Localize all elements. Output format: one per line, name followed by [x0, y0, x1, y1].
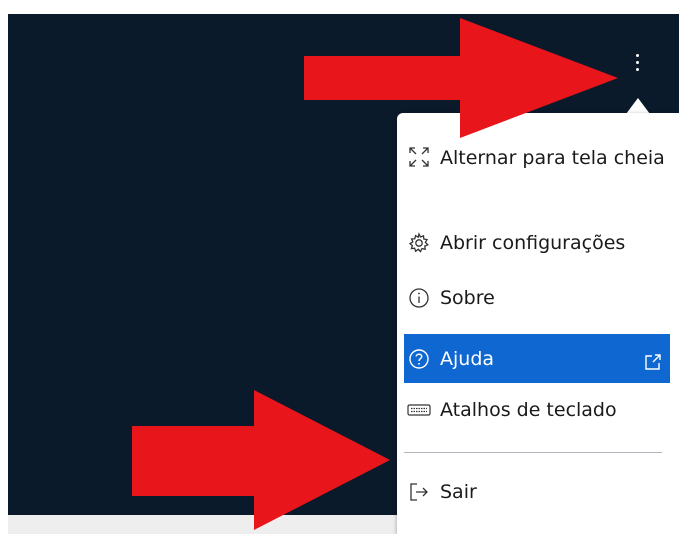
info-icon: [404, 282, 434, 314]
settings-gear-icon: [404, 227, 434, 259]
kebab-dot: [635, 53, 639, 57]
keyboard-icon: [404, 394, 434, 426]
menu-item-label: Ajuda: [440, 347, 495, 370]
fullscreen-icon: [404, 141, 434, 173]
sign-out-icon: [404, 476, 434, 508]
menu-item-label: Alternar para tela cheia: [440, 147, 665, 169]
kebab-dot: [635, 60, 639, 64]
more-options-button[interactable]: [625, 46, 649, 78]
menu-item-fullscreen[interactable]: Alternar para tela cheia: [404, 141, 670, 175]
menu-item-keyboard-shortcuts[interactable]: Atalhos de teclado: [404, 394, 670, 426]
external-link-icon: [644, 349, 662, 370]
menu-item-about[interactable]: Sobre: [404, 282, 670, 314]
menu-item-label: Abrir configurações: [440, 232, 626, 254]
menu-item-settings[interactable]: Abrir configurações: [404, 227, 670, 259]
options-menu: Alternar para tela cheia Abrir configura…: [397, 113, 679, 534]
help-icon: [404, 343, 434, 375]
menu-item-label: Sobre: [440, 287, 495, 309]
kebab-dot: [635, 67, 639, 71]
menu-divider: [404, 452, 662, 453]
menu-item-help[interactable]: Ajuda: [404, 334, 670, 383]
menu-item-sign-out[interactable]: Sair: [404, 476, 670, 508]
menu-item-label: Atalhos de teclado: [440, 399, 617, 421]
menu-caret: [626, 98, 650, 114]
menu-item-label: Sair: [440, 481, 477, 503]
